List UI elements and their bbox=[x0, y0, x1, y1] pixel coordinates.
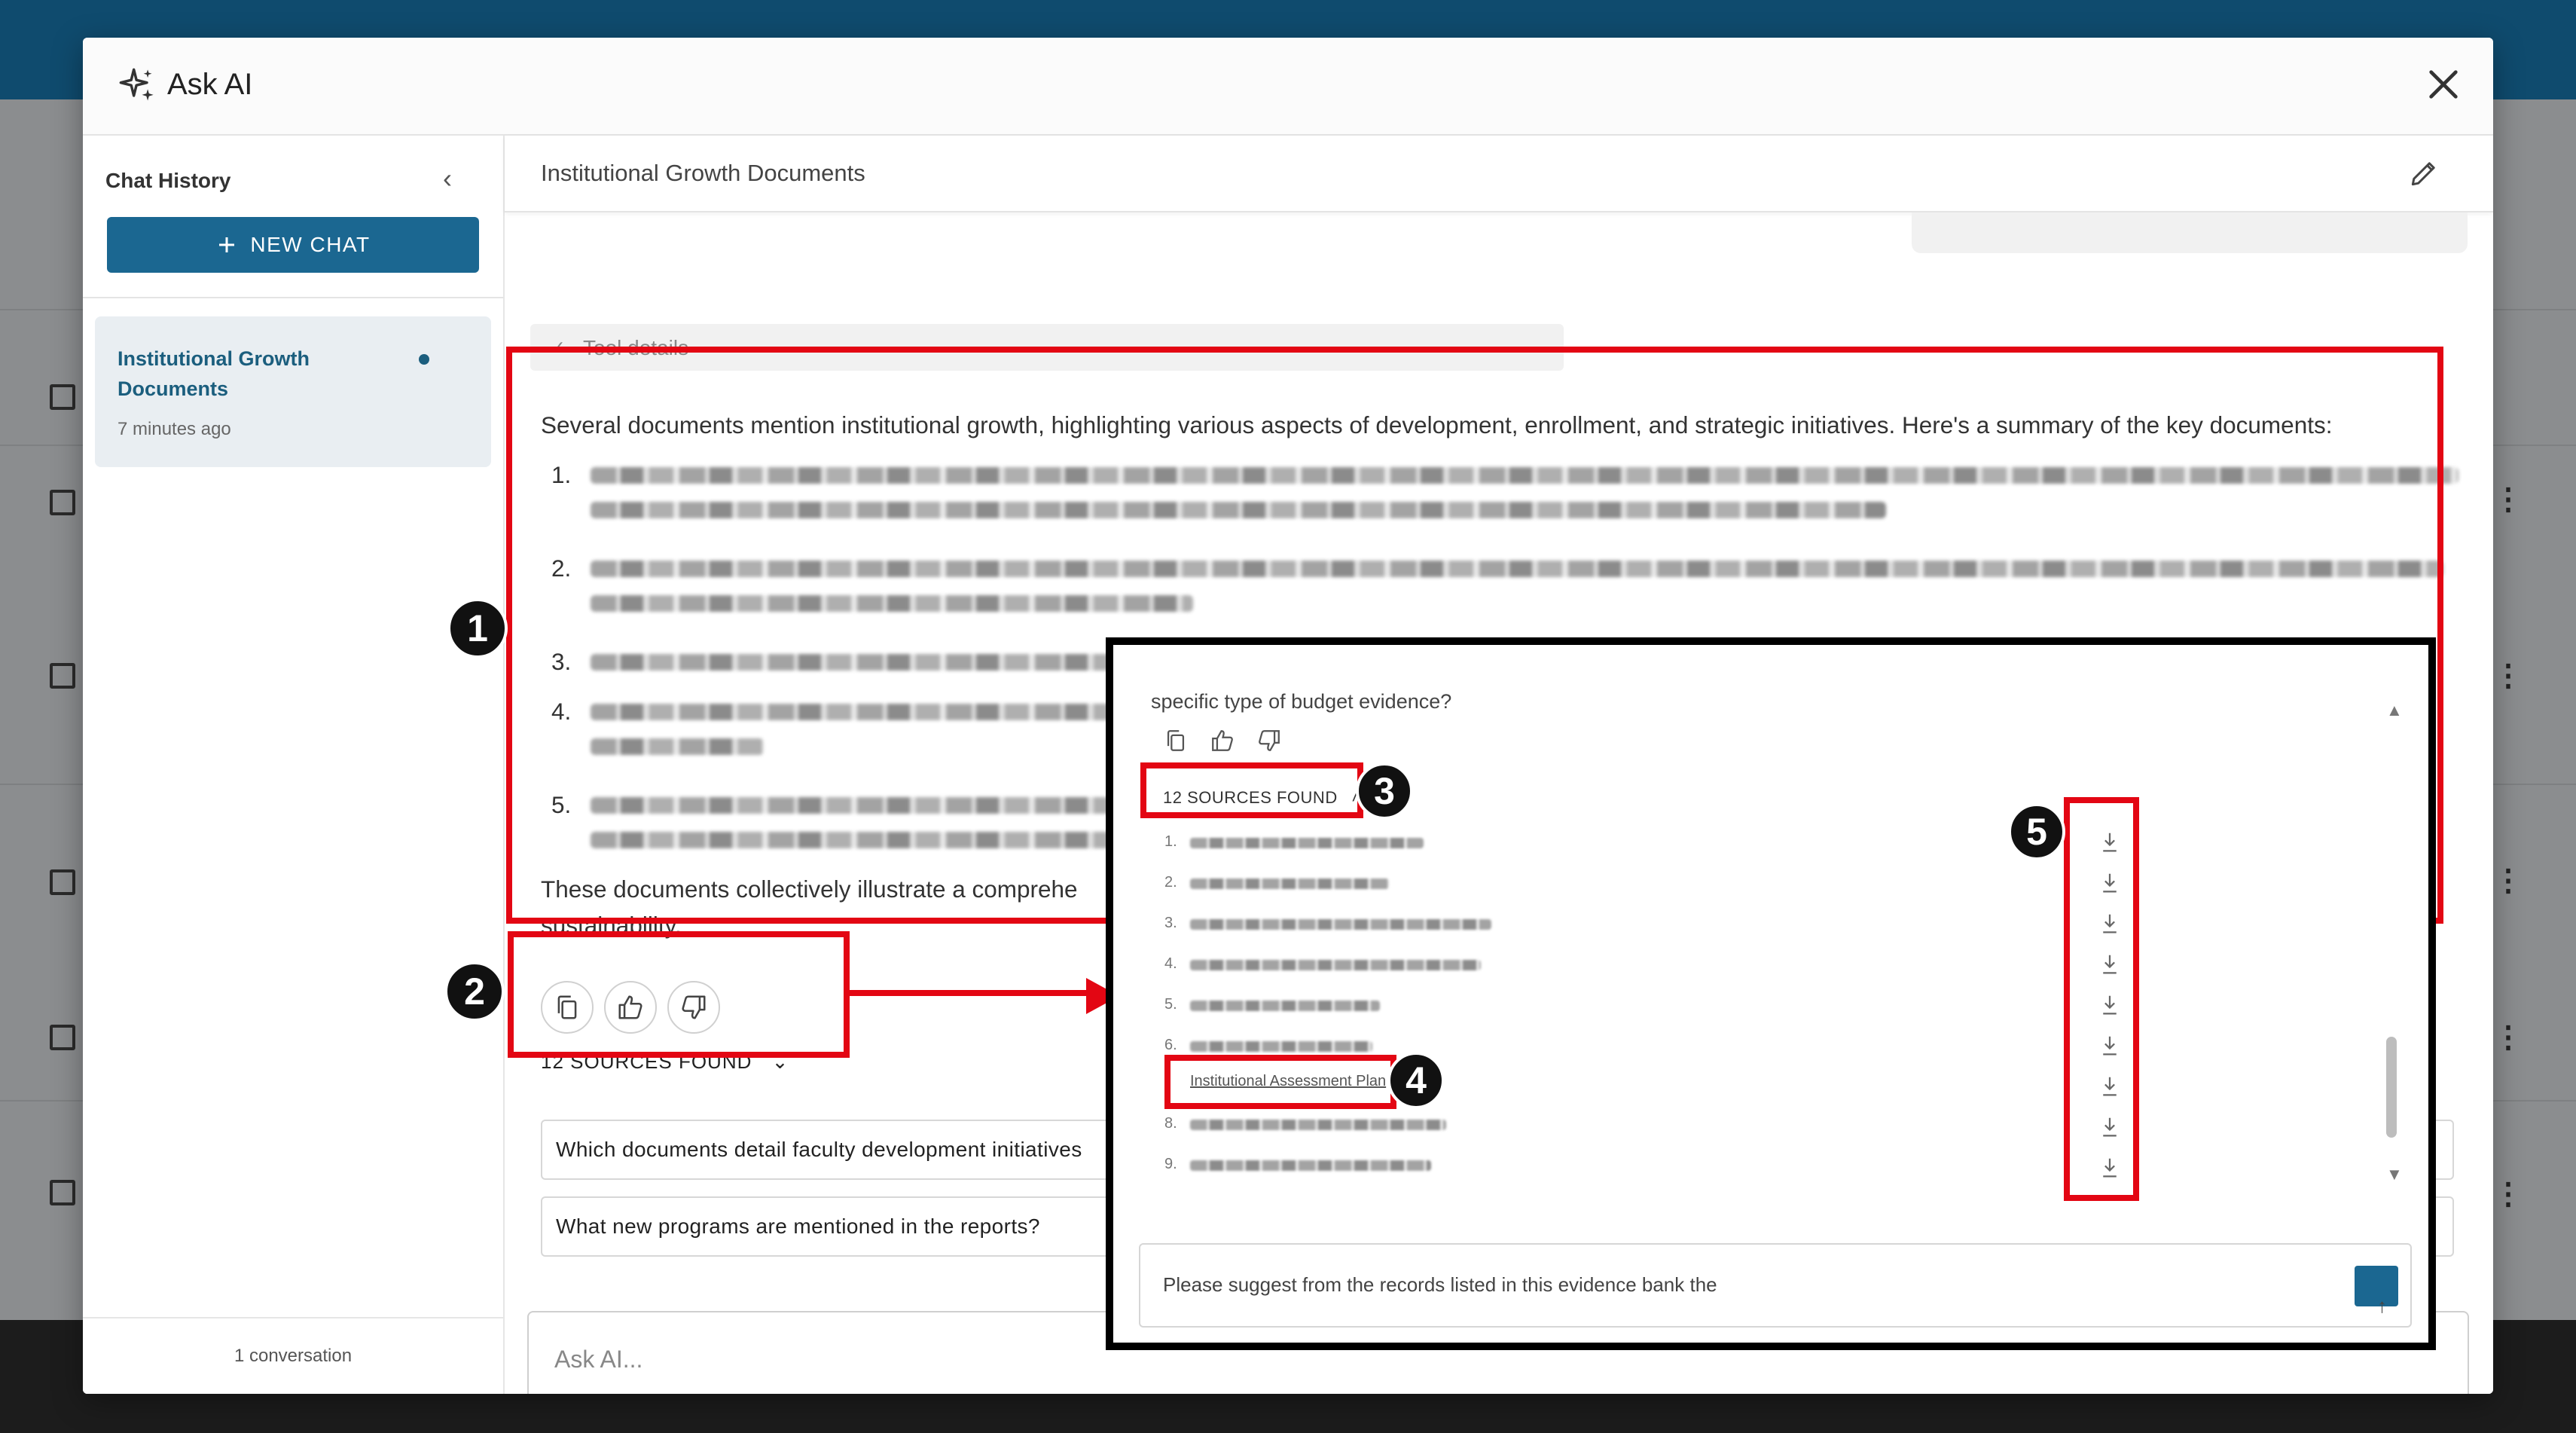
source-number: 9. bbox=[1164, 1156, 1177, 1172]
bg-kebab-icon: ⋮ bbox=[2493, 864, 2523, 897]
redacted-source-link[interactable] bbox=[1190, 1160, 1431, 1171]
source-number: 8. bbox=[1164, 1115, 1177, 1132]
suggested-question-text: Which documents detail faculty developme… bbox=[556, 1138, 1082, 1161]
callout-badge: 4 bbox=[1387, 1052, 1445, 1109]
bg-row-checkbox bbox=[50, 869, 75, 895]
close-icon[interactable] bbox=[2422, 63, 2465, 105]
source-number: 1. bbox=[1164, 833, 1177, 850]
inset-message-input[interactable]: Please suggest from the records listed i… bbox=[1139, 1243, 2412, 1328]
sidebar-divider bbox=[83, 297, 503, 298]
modal-header: Ask AI bbox=[83, 38, 2493, 136]
callout-badge: 2 bbox=[444, 961, 505, 1022]
inset-question-fragment: specific type of budget evidence? bbox=[1151, 690, 1452, 713]
bg-kebab-icon: ⋮ bbox=[2493, 1021, 2523, 1054]
callout-box-actions bbox=[508, 931, 850, 1058]
sidebar-title: Chat History bbox=[105, 169, 231, 192]
source-number: 4. bbox=[1164, 955, 1177, 972]
new-chat-button[interactable]: NEW CHAT bbox=[107, 217, 479, 273]
ask-ai-placeholder: Ask AI... bbox=[554, 1346, 643, 1373]
redacted-source-link[interactable] bbox=[1190, 960, 1481, 970]
callout-badge: 5 bbox=[2008, 803, 2065, 860]
conversation-title: Institutional Growth Documents bbox=[541, 160, 865, 186]
chat-history-item[interactable]: Institutional Growth Documents 7 minutes… bbox=[95, 316, 491, 467]
scroll-up-icon[interactable]: ▲ bbox=[2386, 701, 2403, 720]
callout-box-downloads bbox=[2064, 797, 2139, 1201]
redacted-source-link[interactable] bbox=[1190, 1120, 1446, 1130]
send-button[interactable]: ↑ bbox=[2355, 1266, 2398, 1317]
modal-title: Ask AI bbox=[167, 68, 253, 101]
previous-user-message bbox=[1912, 212, 2468, 253]
inset-input-text: Please suggest from the records listed i… bbox=[1163, 1273, 1717, 1296]
copy-icon[interactable] bbox=[1163, 728, 1189, 753]
scroll-down-icon[interactable]: ▼ bbox=[2386, 1165, 2403, 1184]
bg-row-checkbox bbox=[50, 663, 75, 689]
arrow-up-icon: ↑ bbox=[2377, 1294, 2387, 1317]
arrow-right-icon bbox=[847, 978, 1119, 1014]
active-dot-icon bbox=[419, 354, 429, 365]
suggested-question-text: What new programs are mentioned in the r… bbox=[556, 1215, 1040, 1238]
sources-inset-panel: specific type of budget evidence? 12 SOU… bbox=[1106, 637, 2436, 1350]
callout-box-source-link bbox=[1164, 1055, 1396, 1109]
chat-item-time: 7 minutes ago bbox=[118, 419, 231, 439]
thumbs-up-icon[interactable] bbox=[1210, 728, 1235, 753]
source-number: 5. bbox=[1164, 996, 1177, 1013]
callout-badge: 1 bbox=[447, 598, 508, 658]
sparkle-icon bbox=[119, 68, 154, 101]
bg-kebab-icon: ⋮ bbox=[2493, 659, 2523, 692]
bg-row-checkbox bbox=[50, 1180, 75, 1205]
redacted-source-link[interactable] bbox=[1190, 919, 1491, 930]
bg-row-checkbox bbox=[50, 384, 75, 410]
source-number: 6. bbox=[1164, 1037, 1177, 1053]
bg-row-checkbox bbox=[50, 490, 75, 515]
bg-kebab-icon: ⋮ bbox=[2493, 1178, 2523, 1211]
redacted-source-link[interactable] bbox=[1190, 1001, 1380, 1011]
chevron-left-icon[interactable]: ‹ bbox=[443, 163, 452, 194]
callout-box-sources-label bbox=[1140, 762, 1363, 818]
source-number: 2. bbox=[1164, 874, 1177, 891]
inset-message-actions bbox=[1163, 728, 1282, 753]
source-number: 3. bbox=[1164, 915, 1177, 931]
chat-item-title: Institutional Growth Documents bbox=[118, 347, 310, 400]
conversation-count: 1 conversation bbox=[83, 1317, 503, 1394]
bg-kebab-icon: ⋮ bbox=[2493, 483, 2523, 516]
scrollbar-thumb[interactable] bbox=[2386, 1037, 2397, 1138]
thumbs-down-icon[interactable] bbox=[1256, 728, 1282, 753]
redacted-source-link[interactable] bbox=[1190, 1041, 1372, 1052]
plus-icon bbox=[219, 237, 235, 252]
callout-badge: 3 bbox=[1356, 762, 1413, 820]
redacted-source-link[interactable] bbox=[1190, 838, 1424, 848]
conversation-header: Institutional Growth Documents bbox=[505, 136, 2493, 212]
new-chat-label: NEW CHAT bbox=[250, 233, 371, 256]
pencil-icon[interactable] bbox=[2407, 157, 2440, 190]
chat-history-sidebar: Chat History ‹ NEW CHAT Institutional Gr… bbox=[83, 136, 505, 1394]
bg-row-checkbox bbox=[50, 1025, 75, 1050]
redacted-source-link[interactable] bbox=[1190, 878, 1389, 889]
